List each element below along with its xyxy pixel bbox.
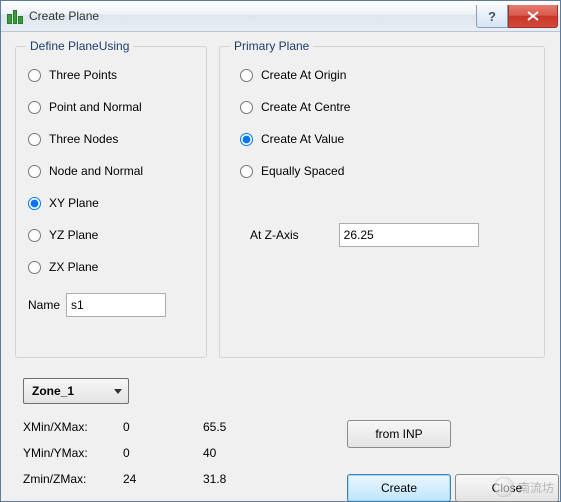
chevron-down-icon — [114, 389, 122, 394]
name-row: Name — [16, 293, 206, 317]
radio-label: ZX Plane — [49, 260, 98, 274]
radio-label: Three Points — [49, 68, 117, 82]
radio-yz-plane-input[interactable] — [28, 229, 41, 242]
axis-row: At Z-Axis — [220, 223, 544, 247]
zone-dropdown[interactable]: Zone_1 — [23, 378, 129, 404]
radio-create-at-origin-input[interactable] — [240, 69, 253, 82]
radio-create-at-value-input[interactable] — [240, 133, 253, 146]
create-button[interactable]: Create — [347, 474, 451, 502]
radio-label: Create At Value — [261, 132, 344, 146]
radio-create-at-value[interactable]: Create At Value — [240, 129, 532, 149]
range-z-min: 24 — [123, 472, 203, 486]
range-y-max: 40 — [203, 446, 283, 460]
group-primary-plane: Primary Plane Create At Origin Create At… — [219, 46, 545, 358]
radio-create-at-centre[interactable]: Create At Centre — [240, 97, 532, 117]
radio-label: Three Nodes — [49, 132, 118, 146]
radio-xy-plane[interactable]: XY Plane — [28, 193, 194, 213]
radio-node-and-normal[interactable]: Node and Normal — [28, 161, 194, 181]
group-primary-legend: Primary Plane — [230, 39, 313, 53]
axis-label: At Z-Axis — [250, 228, 299, 242]
radio-label: Node and Normal — [49, 164, 143, 178]
window-title: Create Plane — [29, 9, 476, 23]
radio-three-nodes-input[interactable] — [28, 133, 41, 146]
radio-label: YZ Plane — [49, 228, 98, 242]
watermark-icon — [494, 477, 514, 497]
radio-zx-plane-input[interactable] — [28, 261, 41, 274]
client-area: Define PlaneUsing Three Points Point and… — [1, 32, 560, 501]
group-define-plane: Define PlaneUsing Three Points Point and… — [15, 46, 207, 358]
radio-zx-plane[interactable]: ZX Plane — [28, 257, 194, 277]
titlebar[interactable]: Create Plane ? — [1, 1, 560, 32]
close-icon — [527, 11, 539, 21]
radio-equally-spaced-input[interactable] — [240, 165, 253, 178]
range-y-label: YMin/YMax: — [23, 446, 123, 460]
radio-xy-plane-input[interactable] — [28, 197, 41, 210]
radio-point-and-normal[interactable]: Point and Normal — [28, 97, 194, 117]
from-inp-button[interactable]: from INP — [347, 420, 451, 448]
range-z-label: Zmin/ZMax: — [23, 472, 123, 486]
window-close-button[interactable] — [508, 5, 558, 28]
name-label: Name — [28, 298, 60, 312]
radio-label: Point and Normal — [49, 100, 142, 114]
radio-point-and-normal-input[interactable] — [28, 101, 41, 114]
radio-label: Create At Origin — [261, 68, 346, 82]
radio-create-at-origin[interactable]: Create At Origin — [240, 65, 532, 85]
radio-three-nodes[interactable]: Three Nodes — [28, 129, 194, 149]
app-icon — [7, 8, 23, 24]
range-z-max: 31.8 — [203, 472, 283, 486]
zone-selected: Zone_1 — [32, 384, 74, 398]
button-label: Create — [381, 481, 417, 495]
radio-label: Equally Spaced — [261, 164, 344, 178]
name-input[interactable] — [66, 293, 166, 317]
ranges-grid: XMin/XMax: 0 65.5 YMin/YMax: 0 40 Zmin/Z… — [23, 420, 283, 486]
help-button[interactable]: ? — [476, 5, 508, 28]
button-label: from INP — [375, 427, 422, 441]
group-define-legend: Define PlaneUsing — [26, 39, 133, 53]
radio-three-points-input[interactable] — [28, 69, 41, 82]
radio-label: Create At Centre — [261, 100, 350, 114]
radio-three-points[interactable]: Three Points — [28, 65, 194, 85]
radio-yz-plane[interactable]: YZ Plane — [28, 225, 194, 245]
range-y-min: 0 — [123, 446, 203, 460]
range-x-label: XMin/XMax: — [23, 420, 123, 434]
range-x-max: 65.5 — [203, 420, 283, 434]
watermark-text: 南流坊 — [518, 479, 554, 496]
radio-create-at-centre-input[interactable] — [240, 101, 253, 114]
radio-node-and-normal-input[interactable] — [28, 165, 41, 178]
axis-value-input[interactable] — [339, 223, 479, 247]
range-x-min: 0 — [123, 420, 203, 434]
watermark: 南流坊 — [494, 477, 554, 497]
radio-equally-spaced[interactable]: Equally Spaced — [240, 161, 532, 181]
dialog-create-plane: Create Plane ? Define PlaneUsing Three P… — [0, 0, 561, 502]
radio-label: XY Plane — [49, 196, 99, 210]
